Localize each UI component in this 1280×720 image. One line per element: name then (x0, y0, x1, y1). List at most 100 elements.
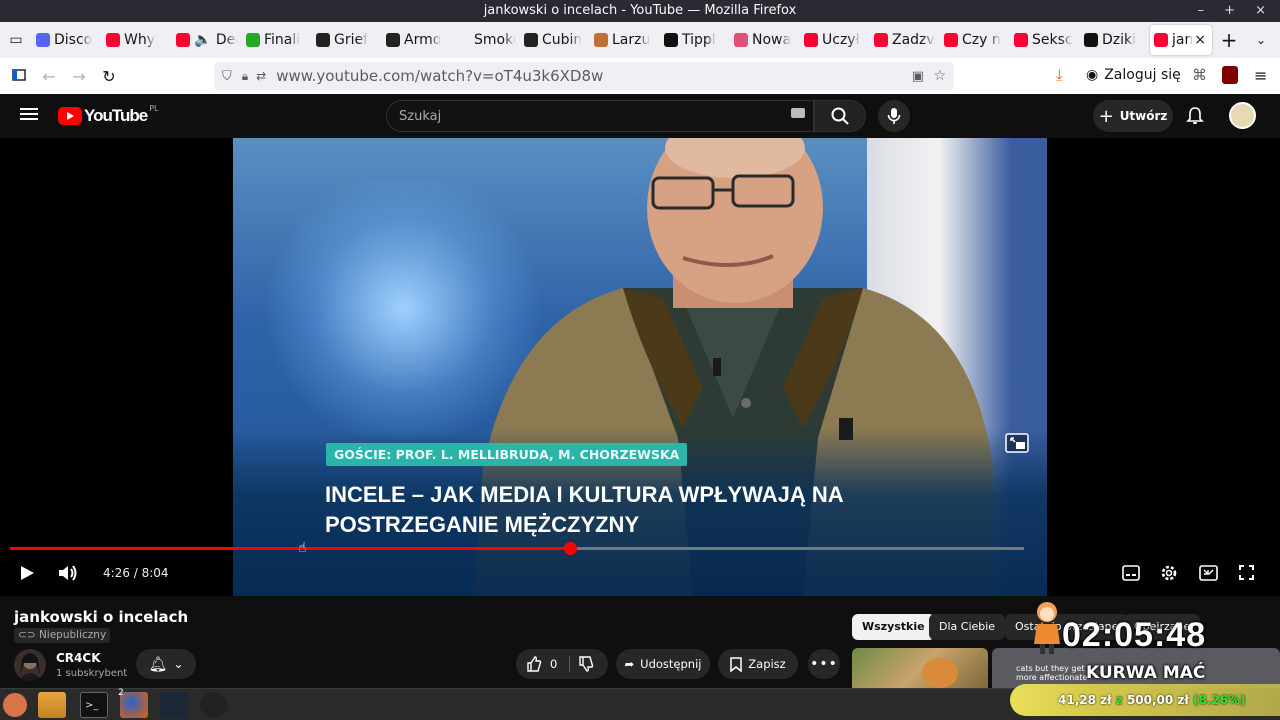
tracking-shield-icon[interactable]: ⛉ (222, 69, 232, 84)
channel-avatar[interactable] (14, 649, 46, 681)
donation-goal-prefix: z (1115, 693, 1123, 707)
tab-list-icon[interactable]: ▭ (0, 32, 32, 48)
new-tab-button[interactable]: + (1212, 28, 1246, 52)
browser-tab[interactable]: Smoke F (452, 22, 520, 58)
reload-icon[interactable]: ↻ (94, 67, 124, 86)
more-icon: ••• (810, 656, 838, 672)
plus-icon: + (1098, 105, 1114, 127)
firefox-icon[interactable]: 2 (118, 688, 148, 718)
url-bar[interactable]: ⛉ 🔒︎ ⇄ www.youtube.com/watch?v=oT4u3k6XD… (214, 62, 954, 90)
tab-label: Seksc (1032, 32, 1073, 48)
save-button[interactable]: Zapisz (718, 649, 798, 679)
browser-tab[interactable]: Why (102, 22, 172, 58)
miniplayer-button[interactable] (1199, 565, 1218, 585)
subtitles-button[interactable] (1122, 565, 1140, 585)
region-label: PL (149, 103, 159, 113)
fullscreen-button[interactable] (1238, 564, 1255, 585)
browser-tab[interactable]: 🔈 Dea (172, 22, 242, 58)
chip-all[interactable]: Wszystkie (852, 614, 935, 640)
video-player[interactable]: GOŚCIE: PROF. L. MELLIBRUDA, M. CHORZEWS… (0, 138, 1280, 596)
forward-icon[interactable]: → (64, 67, 94, 86)
terminal-icon[interactable]: >_ (80, 692, 108, 718)
share-label: Udostępnij (640, 657, 702, 671)
lock-icon[interactable]: 🔒︎ (242, 69, 248, 84)
picture-in-picture-icon[interactable] (1004, 430, 1030, 456)
login-label: Zaloguj się (1104, 67, 1181, 83)
play-button[interactable] (18, 564, 36, 586)
start-menu-icon[interactable] (3, 693, 27, 717)
browser-tab[interactable]: Uczył (800, 22, 870, 58)
browser-tab[interactable]: Tippl (660, 22, 730, 58)
keyboard-icon[interactable] (791, 108, 805, 118)
browser-tab[interactable]: Armo (382, 22, 452, 58)
voice-search-button[interactable] (878, 100, 910, 132)
back-icon[interactable]: ← (34, 67, 64, 86)
subscription-bell-button[interactable]: 🔔︎ ⌄ (136, 649, 196, 679)
tab-favicon-icon (176, 33, 190, 47)
thumbs-up-icon (527, 656, 542, 672)
browser-tab[interactable]: Grief (312, 22, 382, 58)
tab-label: Uczył (822, 32, 860, 48)
more-actions-button[interactable]: ••• (808, 649, 840, 679)
bookmark-star-icon[interactable]: ☆ (933, 68, 946, 84)
notifications-bell-icon[interactable] (1186, 106, 1204, 130)
recommendation-thumbnail[interactable] (852, 648, 988, 688)
browser-tab[interactable]: Czy n (940, 22, 1010, 58)
video-frame[interactable]: GOŚCIE: PROF. L. MELLIBRUDA, M. CHORZEWS… (233, 138, 1047, 596)
stream-text-overlay: KURWA MAĆ (1086, 663, 1206, 683)
tabs-overflow-icon[interactable]: ⌄ (1246, 33, 1276, 47)
tab-label: Czy n (962, 32, 1001, 48)
tab-label: Dziki (1102, 32, 1137, 48)
permissions-icon[interactable]: ⇄ (256, 69, 266, 83)
tab-favicon-icon (1154, 33, 1168, 47)
hamburger-menu-icon[interactable] (20, 106, 38, 126)
gear-icon (1161, 565, 1177, 581)
share-icon: ➦ (624, 657, 635, 671)
video-headline-caption: INCELE – JAK MEDIA I KULTURA WPŁYWAJĄ NA… (325, 482, 843, 537)
obs-icon[interactable] (200, 692, 228, 718)
extensions-icon[interactable]: ⌘ (1192, 66, 1207, 84)
like-button[interactable]: 0 (526, 656, 557, 672)
user-avatar[interactable] (1229, 102, 1256, 129)
reader-view-icon[interactable]: ▣ (912, 69, 924, 84)
browser-tab[interactable]: Seksc (1010, 22, 1080, 58)
tab-label: Zadzv (892, 32, 935, 48)
search-button[interactable] (814, 100, 866, 132)
browser-tab[interactable]: jan × (1150, 25, 1212, 55)
miniplayer-icon (1199, 565, 1218, 581)
browser-tab[interactable]: Cubin (520, 22, 590, 58)
chip-for-you[interactable]: Dla Ciebie (929, 614, 1006, 640)
create-button[interactable]: + Utwórz (1093, 100, 1173, 132)
subtitles-icon (1122, 565, 1140, 581)
url-text[interactable]: www.youtube.com/watch?v=oT4u3k6XD8w (276, 67, 603, 85)
sidebar-toggle-icon[interactable] (4, 67, 34, 86)
settings-button[interactable] (1160, 564, 1178, 586)
ublock-icon[interactable] (1222, 66, 1238, 84)
download-icon[interactable]: ⤓ (1056, 66, 1063, 84)
tab-favicon-icon (106, 33, 120, 47)
dislike-button[interactable] (578, 656, 594, 675)
youtube-logo[interactable]: YouTube PL (58, 103, 159, 126)
steam-icon[interactable] (160, 692, 188, 718)
browser-tab[interactable]: Zadzv (870, 22, 940, 58)
browser-tab[interactable]: Disco (32, 22, 102, 58)
tab-close-icon[interactable]: × (1194, 32, 1208, 48)
browser-tab[interactable]: Nowa (730, 22, 800, 58)
progress-bar[interactable] (10, 542, 1024, 555)
volume-button[interactable] (57, 564, 79, 586)
file-manager-icon[interactable] (38, 692, 66, 718)
browser-tab[interactable]: Larzu (590, 22, 660, 58)
share-button[interactable]: ➦ Udostępnij (616, 649, 710, 679)
search-input[interactable]: Szukaj (386, 100, 814, 132)
tab-favicon-icon (594, 33, 608, 47)
tab-favicon-icon (944, 33, 958, 47)
browser-tab[interactable]: Dziki (1080, 22, 1150, 58)
channel-name[interactable]: CR4CK (56, 651, 101, 665)
menu-icon[interactable]: ≡ (1254, 66, 1267, 85)
browser-tab[interactable]: Finali (242, 22, 312, 58)
progress-played (10, 547, 571, 550)
tab-label: Cubin (542, 32, 583, 48)
account-button[interactable]: ◉ Zaloguj się (1086, 67, 1181, 83)
donation-goal-overlay: 41,28 zł z 500,00 zł (8.26%) (1010, 684, 1280, 716)
window-controls[interactable]: – + × (1197, 0, 1274, 22)
